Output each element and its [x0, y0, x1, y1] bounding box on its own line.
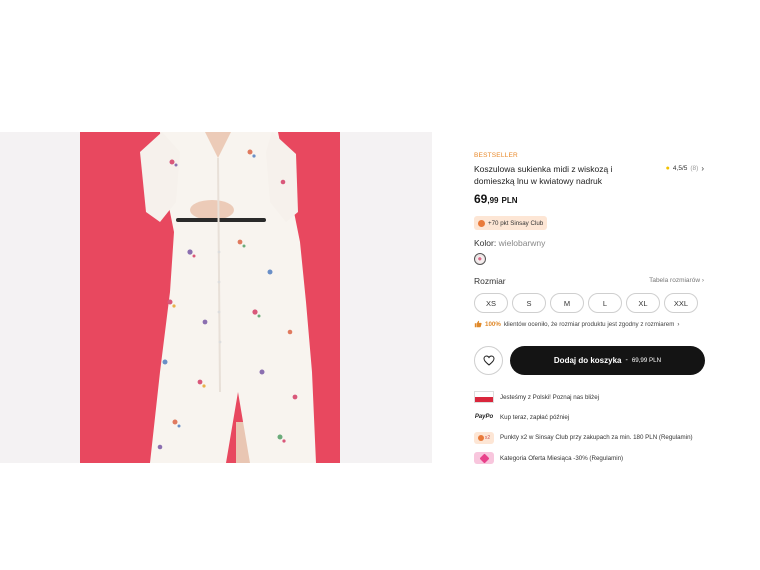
color-swatch[interactable]: [474, 253, 486, 265]
size-option-s[interactable]: S: [512, 293, 546, 313]
rating-value: 4,5/5: [672, 165, 688, 172]
fit-percent: 100%: [485, 320, 501, 328]
benefit-text: Punkty x2 w Sinsay Club przy zakupach za…: [500, 434, 693, 442]
size-fit-info[interactable]: 100% klientów oceniło, że rozmiar produk…: [474, 320, 679, 328]
size-options: XS S M L XL XXL: [474, 293, 698, 313]
product-price: 69 ,99 PLN: [474, 192, 517, 206]
size-option-l[interactable]: L: [588, 293, 622, 313]
price-currency: PLN: [501, 196, 518, 205]
add-to-cart-button[interactable]: Dodaj do koszyka - 69,99 PLN: [510, 346, 705, 375]
floral-pattern-icon: [476, 255, 484, 263]
color-info: Kolor: wielobarwny: [474, 238, 545, 248]
size-guide-label: Tabela rozmiarów: [649, 277, 701, 284]
benefit-paypo[interactable]: PayPo Kup teraz, zapłać później: [474, 407, 714, 427]
color-value: wielobarwny: [498, 238, 546, 248]
color-label: Kolor:: [474, 238, 497, 248]
benefit-polish-brand[interactable]: Jesteśmy z Polski! Poznaj nas bliżej: [474, 387, 714, 407]
benefit-text: Kup teraz, zapłać później: [500, 413, 570, 421]
bestseller-badge: BESTSELLER: [474, 152, 518, 159]
dress-photo: [0, 132, 432, 463]
fit-text: klientów oceniło, że rozmiar produktu je…: [503, 320, 675, 328]
benefit-text: Kategoria Oferta Miesiąca -30% (Regulami…: [500, 454, 624, 462]
product-rating[interactable]: ● 4,5/5 (8) ›: [666, 164, 704, 173]
price-decimals: ,99: [487, 196, 499, 205]
size-option-m[interactable]: M: [550, 293, 584, 313]
paypo-logo: PayPo: [474, 414, 494, 421]
thumbs-up-icon: [474, 320, 482, 328]
benefit-text: Jesteśmy z Polski! Poznaj nas bliżej: [500, 393, 600, 401]
add-to-wishlist-button[interactable]: [474, 346, 503, 375]
size-guide-link[interactable]: Tabela rozmiarów ›: [649, 277, 704, 284]
star-icon: ●: [665, 165, 670, 172]
benefit-offer-of-month[interactable]: Kategoria Oferta Miesiąca -30% (Regulami…: [474, 448, 714, 468]
club-points-badge: +70 pkt Sinsay Club: [474, 216, 548, 230]
cart-separator: -: [625, 357, 628, 364]
heart-icon: [482, 355, 495, 366]
add-to-cart-label: Dodaj do koszyka: [553, 356, 622, 365]
price-integer: 69: [474, 192, 488, 206]
benefits-list: Jesteśmy z Polski! Poznaj nas bliżej Pay…: [474, 387, 714, 468]
size-label: Rozmiar: [474, 276, 506, 286]
size-option-xxl[interactable]: XXL: [664, 293, 698, 313]
club-points-text: +70 pkt Sinsay Club: [488, 219, 544, 227]
poland-flag-icon: [474, 391, 494, 404]
size-option-xl[interactable]: XL: [626, 293, 660, 313]
chevron-right-icon: ›: [677, 320, 680, 328]
size-option-xs[interactable]: XS: [474, 293, 508, 313]
price-tag-icon: [474, 452, 494, 465]
product-image[interactable]: [0, 132, 432, 463]
sinsay-club-icon: [478, 219, 485, 227]
sinsay-club-x2-icon: x2: [474, 431, 494, 444]
rating-count: (8): [690, 165, 699, 172]
chevron-right-icon: ›: [701, 277, 704, 284]
benefit-club-points[interactable]: x2 Punkty x2 w Sinsay Club przy zakupach…: [474, 428, 714, 448]
cart-price: 69,99 PLN: [631, 357, 662, 364]
product-title: Koszulowa sukienka midi z wiskozą i domi…: [474, 164, 613, 186]
chevron-right-icon: ›: [701, 164, 704, 173]
